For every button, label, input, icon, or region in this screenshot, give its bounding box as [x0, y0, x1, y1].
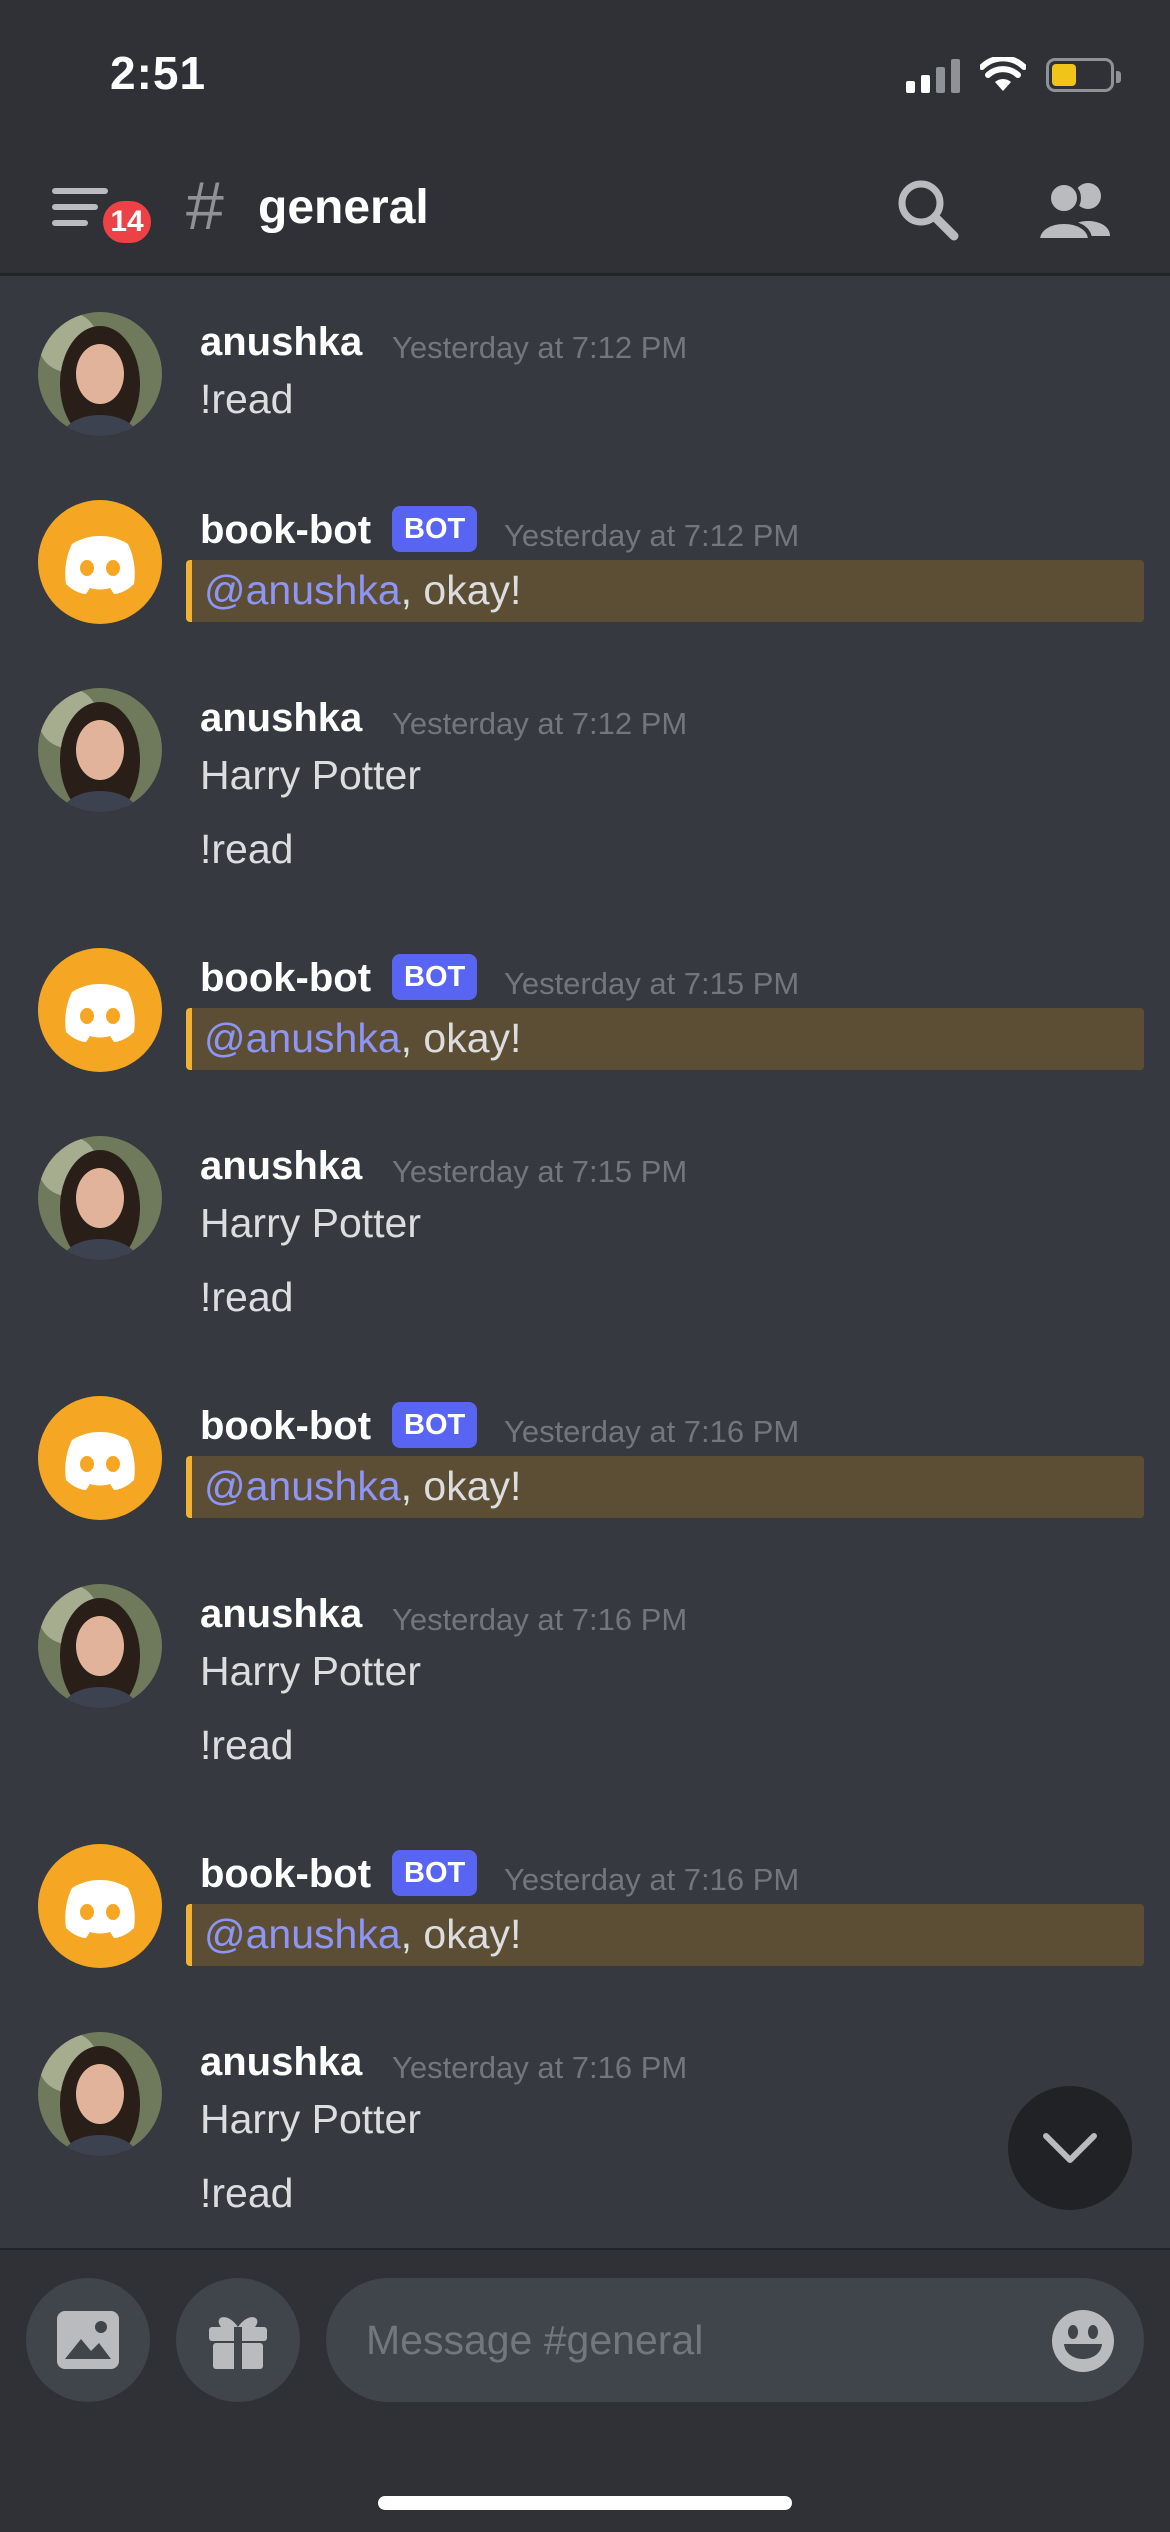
discord-logo-icon — [65, 984, 135, 1042]
timestamp: Yesterday at 7:16 PM — [504, 1414, 800, 1449]
status-icons — [906, 50, 1121, 100]
bot-avatar[interactable] — [38, 948, 162, 1072]
avatar[interactable] — [38, 1136, 162, 1260]
search-icon — [898, 180, 959, 241]
bot-tag: BOT — [392, 1850, 478, 1896]
signal-icon — [906, 57, 960, 93]
timestamp: Yesterday at 7:12 PM — [392, 330, 688, 365]
bot-avatar[interactable] — [38, 500, 162, 624]
top-bar: 2:51 14 # general — [0, 0, 1170, 276]
emoji-icon[interactable] — [1050, 2308, 1116, 2374]
bot-tag: BOT — [392, 506, 478, 552]
timestamp: Yesterday at 7:12 PM — [504, 518, 800, 553]
image-icon — [57, 2311, 119, 2369]
avatar[interactable] — [38, 312, 162, 436]
channel-title[interactable]: general — [258, 178, 429, 238]
user-avatar-image — [38, 1136, 162, 1260]
author-name[interactable]: book-bot — [200, 508, 371, 553]
message-text: !read — [200, 1722, 294, 1768]
message-input[interactable] — [366, 2278, 1006, 2402]
message-text: , okay! — [400, 567, 522, 613]
bot-avatar[interactable] — [38, 1844, 162, 1968]
message-text: , okay! — [400, 1463, 522, 1509]
user-avatar-image — [38, 2032, 162, 2156]
mention-highlight: @anushka, okay! — [186, 1904, 1144, 1966]
message-text: !read — [200, 1274, 294, 1320]
channel-hash-icon: # — [186, 168, 224, 244]
user-mention[interactable]: @anushka — [204, 1911, 401, 1957]
timestamp: Yesterday at 7:15 PM — [504, 966, 800, 1001]
members-icon — [1035, 181, 1110, 242]
members-button[interactable] — [1035, 176, 1116, 244]
discord-logo-icon — [65, 536, 135, 594]
author-name[interactable]: book-bot — [200, 1404, 371, 1449]
author-name[interactable]: anushka — [200, 696, 362, 741]
home-indicator — [378, 2496, 792, 2510]
message-text: Harry Potter — [200, 1648, 421, 1694]
gift-icon — [209, 2317, 267, 2369]
user-mention[interactable]: @anushka — [204, 1463, 401, 1509]
message-text: , okay! — [400, 1911, 522, 1957]
avatar[interactable] — [38, 1584, 162, 1708]
battery-icon — [1046, 58, 1121, 92]
gift-button[interactable] — [176, 2278, 300, 2402]
mention-highlight: @anushka, okay! — [186, 1008, 1144, 1070]
avatar[interactable] — [38, 688, 162, 812]
user-avatar-image — [38, 312, 162, 436]
author-name[interactable]: anushka — [200, 1592, 362, 1637]
mention-highlight: @anushka, okay! — [186, 1456, 1144, 1518]
message-text: !read — [200, 826, 294, 872]
message-text: Harry Potter — [200, 752, 421, 798]
author-name[interactable]: anushka — [200, 2040, 362, 2085]
menu-button[interactable]: 14 — [52, 176, 156, 256]
bot-tag: BOT — [392, 954, 478, 1000]
mention-highlight: @anushka, okay! — [186, 560, 1144, 622]
user-mention[interactable]: @anushka — [204, 567, 401, 613]
message-text: !read — [200, 2170, 294, 2216]
attach-image-button[interactable] — [26, 2278, 150, 2402]
bot-avatar[interactable] — [38, 1396, 162, 1520]
timestamp: Yesterday at 7:16 PM — [392, 2050, 688, 2085]
message-text: Harry Potter — [200, 2096, 421, 2142]
user-avatar-image — [38, 1584, 162, 1708]
message-text: !read — [200, 376, 294, 422]
search-button[interactable] — [894, 176, 962, 244]
user-mention[interactable]: @anushka — [204, 1015, 401, 1061]
status-time: 2:51 — [110, 47, 207, 99]
jump-to-latest-button[interactable] — [1008, 2086, 1132, 2210]
message-text: Harry Potter — [200, 1200, 421, 1246]
author-name[interactable]: anushka — [200, 1144, 362, 1189]
message-list[interactable]: anushka Yesterday at 7:12 PM !read book-… — [0, 280, 1170, 2245]
timestamp: Yesterday at 7:12 PM — [392, 706, 688, 741]
timestamp: Yesterday at 7:16 PM — [392, 1602, 688, 1637]
author-name[interactable]: anushka — [200, 320, 362, 365]
author-name[interactable]: book-bot — [200, 1852, 371, 1897]
message-composer — [0, 2248, 1170, 2532]
wifi-icon — [980, 57, 1026, 91]
timestamp: Yesterday at 7:15 PM — [392, 1154, 688, 1189]
message-text: , okay! — [400, 1015, 522, 1061]
discord-logo-icon — [65, 1880, 135, 1938]
author-name[interactable]: book-bot — [200, 956, 371, 1001]
chevron-down-icon — [1043, 2133, 1097, 2163]
avatar[interactable] — [38, 2032, 162, 2156]
message-input-container[interactable] — [326, 2278, 1144, 2402]
user-avatar-image — [38, 688, 162, 812]
discord-logo-icon — [65, 1432, 135, 1490]
timestamp: Yesterday at 7:16 PM — [504, 1862, 800, 1897]
unread-badge: 14 — [98, 196, 156, 248]
bot-tag: BOT — [392, 1402, 478, 1448]
